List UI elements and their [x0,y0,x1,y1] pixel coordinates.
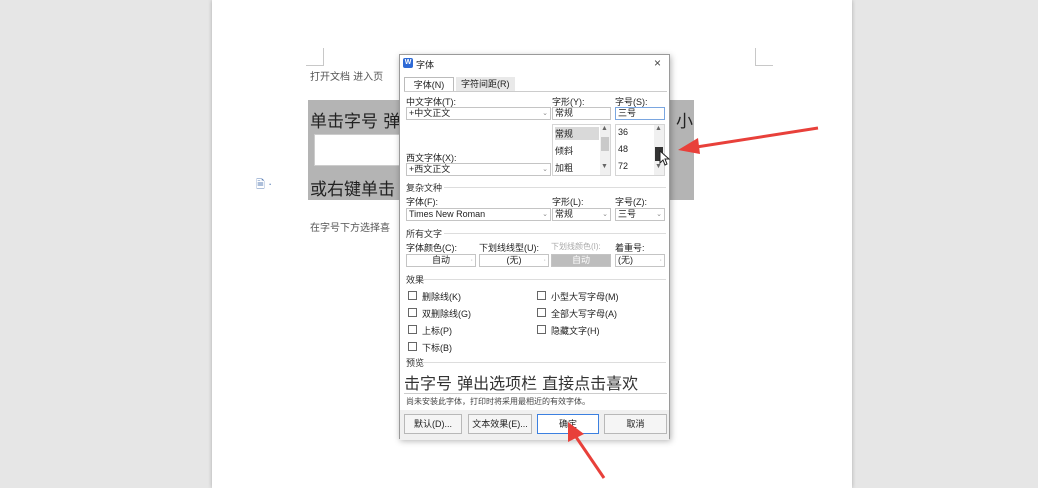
subscript-label: 下标(B) [422,343,452,353]
default-button[interactable]: 默认(D)... [404,414,462,434]
style-input[interactable]: 常规 [552,107,611,120]
superscript-checkbox[interactable] [408,325,417,334]
all-caps-checkbox[interactable] [537,308,546,317]
size-value: 三号 [618,108,637,118]
scroll-up-icon[interactable]: ▲ [655,125,662,132]
preview-text: 击字号 弹出选项栏 直接点击喜欢 [404,370,667,394]
underline-color-value: 自动 [571,255,590,265]
dialog-titlebar[interactable]: W 字体 × [400,55,669,73]
complex-font-label: 字体(F): [406,197,438,207]
cn-font-value: +中文正文 [409,108,451,118]
font-not-installed-note: 尚未安装此字体，打印时将采用最相近的有效字体。 [406,397,590,406]
emphasis-value: (无) [618,255,633,265]
complex-style-value: 常规 [555,209,574,219]
chevron-down-icon: · [470,257,473,264]
doc-line-4: 在字号下方选择喜 [310,223,390,234]
selected-text-gap [314,134,404,166]
dialog-button-row: 默认(D)... 文本效果(E)... 确定 取消 [400,410,669,440]
style-list-item[interactable]: 加粗 [555,161,573,174]
scroll-down-icon[interactable]: ▼ [601,163,608,170]
size-input[interactable]: 三号 [615,107,665,120]
size-list-item[interactable]: 72 [618,161,628,171]
text-effect-button[interactable]: 文本效果(E)... [468,414,532,434]
font-color-value: 自动 [431,255,450,265]
style-list-scrollbar[interactable]: ▲ ▼ [600,125,610,175]
red-arrow-ok-icon [568,422,606,479]
complex-style-label: 字形(L): [552,197,584,207]
complex-style-select[interactable]: 常规 ⌄ [552,208,611,221]
hidden-text-checkbox[interactable] [537,325,546,334]
close-icon[interactable]: × [654,56,661,70]
doc-line-1: 打开文档 进入页 [310,72,384,83]
subscript-checkbox[interactable] [408,342,417,351]
underline-color-label: 下划线颜色(I): [551,242,601,251]
double-strikethrough-label: 双删除线(G) [422,309,471,319]
complex-size-label: 字号(Z): [615,197,647,207]
small-caps-checkbox[interactable] [537,291,546,300]
size-list[interactable]: 36 48 72 ▲ ▼ [615,124,665,176]
chevron-down-icon: ⌄ [542,110,548,117]
section-divider [422,279,666,280]
superscript-label: 上标(P) [422,326,452,336]
cn-font-select[interactable]: +中文正文 ⌄ [406,107,551,120]
style-value: 常规 [555,108,574,118]
tab-divider [404,91,667,92]
complex-size-value: 三号 [618,209,637,219]
font-color-select[interactable]: 自动 · [406,254,476,267]
tab-char-spacing[interactable]: 字符间距(R) [456,77,515,92]
west-font-select[interactable]: +西文正文 ⌄ [406,163,551,176]
margin-marker-right [755,48,773,66]
style-list[interactable]: 常规 倾斜 加粗 ▲ ▼ [552,124,611,176]
emphasis-select[interactable]: (无) · [615,254,665,267]
emphasis-label: 着重号: [615,243,645,253]
all-text-section-title: 所有文字 [406,229,443,239]
wps-logo-icon: W [403,58,413,68]
chevron-down-icon: · [543,257,546,264]
section-divider [422,362,666,363]
complex-font-select[interactable]: Times New Roman ⌄ [406,208,551,221]
complex-font-value: Times New Roman [409,209,486,219]
small-caps-label: 小型大写字母(M) [551,292,619,302]
double-strikethrough-checkbox[interactable] [408,308,417,317]
chevron-down-icon: ⌄ [656,211,662,218]
size-list-item[interactable]: 36 [618,127,628,137]
complex-size-select[interactable]: 三号 ⌄ [615,208,665,221]
strikethrough-label: 删除线(K) [422,292,461,302]
style-list-item[interactable]: 常规 [555,127,599,140]
style-list-item[interactable]: 倾斜 [555,144,573,157]
font-dialog: W 字体 × 字体(N) 字符间距(R) 中文字体(T): 字形(Y): 字号(… [399,54,670,440]
all-caps-label: 全部大写字母(A) [551,309,617,319]
red-arrow-size-icon [678,126,819,154]
font-color-label: 字体颜色(C): [406,243,457,253]
chevron-down-icon: ⌄ [542,166,548,173]
scroll-up-icon[interactable]: ▲ [601,125,608,132]
underline-type-label: 下划线线型(U): [479,243,539,253]
strikethrough-checkbox[interactable] [408,291,417,300]
cancel-button[interactable]: 取消 [604,414,667,434]
scroll-thumb[interactable] [601,137,609,151]
chevron-down-icon: · [659,257,662,264]
size-list-item[interactable]: 48 [618,144,628,154]
underline-type-select[interactable]: (无) · [479,254,549,267]
chevron-down-icon: ⌄ [542,211,548,218]
hidden-text-label: 隐藏文字(H) [551,326,600,336]
tab-font[interactable]: 字体(N) [404,77,454,92]
section-divider [444,187,666,188]
dialog-title: 字体 [416,60,435,70]
complex-section-title: 复杂文种 [406,183,443,193]
underline-type-value: (无) [506,255,522,265]
doc-line-3: 或右键单击 [310,180,395,200]
paragraph-layout-icon[interactable]: 🗎 · [256,176,272,195]
underline-color-select: 自动 [551,254,611,267]
mouse-cursor-icon [659,150,671,166]
west-font-value: +西文正文 [409,164,451,174]
chevron-down-icon: ⌄ [602,211,608,218]
section-divider [444,233,666,234]
margin-marker-left [306,48,324,66]
doc-line-2: 单击字号 弹 [310,112,401,132]
